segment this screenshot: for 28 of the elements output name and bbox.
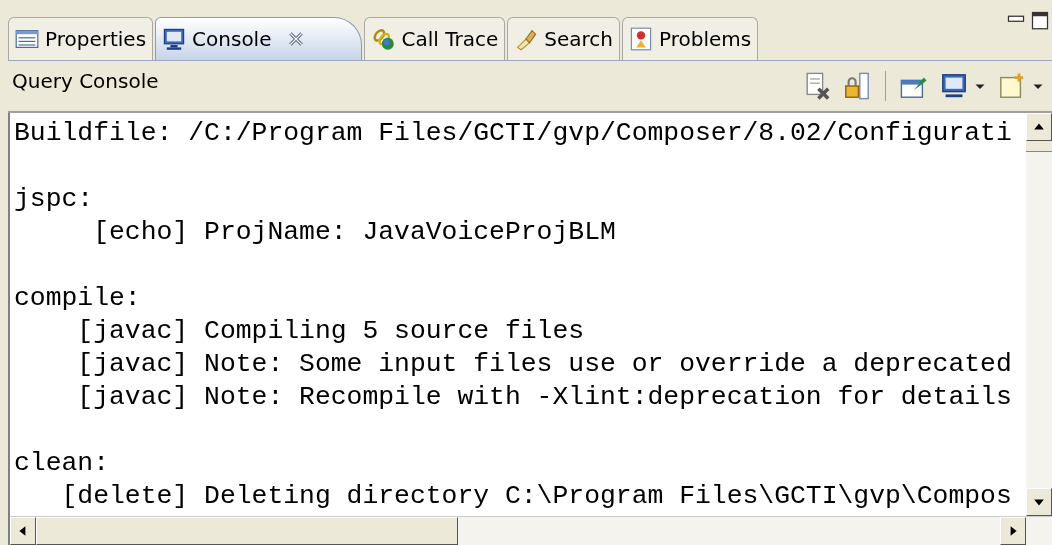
problems-icon (628, 27, 653, 51)
view-tab[interactable]: Console (155, 17, 363, 60)
table-icon (15, 27, 39, 51)
console-title: Query Console (12, 69, 159, 93)
monitor-icon[interactable] (940, 72, 968, 100)
monitor-icon (162, 27, 187, 51)
scroll-lock-icon[interactable] (843, 72, 871, 100)
horizontal-scrollbar[interactable] (10, 516, 1052, 545)
view-tab[interactable]: Call Trace (364, 17, 506, 60)
scroll-thumb[interactable] (1026, 141, 1052, 152)
view-tab[interactable]: Search (507, 17, 620, 60)
chain-globe-icon (371, 27, 396, 51)
console-line: [javac] Note: Recompile with -Xlint:deprecation for details (76, 382, 1012, 412)
console-line: [echo] ProjName: JavaVoiceProjBLM (92, 217, 616, 247)
console-line: Buildfile: /C:/Program Files/GCTI/gvp/Composer/8.02/Configurati (14, 118, 1012, 148)
console-line: [delete] Deleting directory C:\Program Files\GCTI\gvp\Compos (60, 481, 1012, 511)
console-line: [javac] Compiling 5 source files (76, 316, 585, 346)
view-tab[interactable]: Properties (8, 17, 154, 60)
flashlight-icon (514, 27, 539, 51)
new-console-icon[interactable] (998, 72, 1026, 100)
close-icon[interactable] (287, 30, 306, 48)
console-line: jspc: (14, 184, 94, 214)
maximize-icon[interactable] (1030, 10, 1050, 30)
vertical-scrollbar[interactable] (1026, 113, 1052, 516)
console-line: [javac] Note: Some input files use or override a deprecated (76, 349, 1012, 379)
console-line: compile: (14, 283, 141, 313)
view-tab[interactable]: Problems (621, 17, 759, 60)
console-line: clean: (14, 448, 110, 478)
